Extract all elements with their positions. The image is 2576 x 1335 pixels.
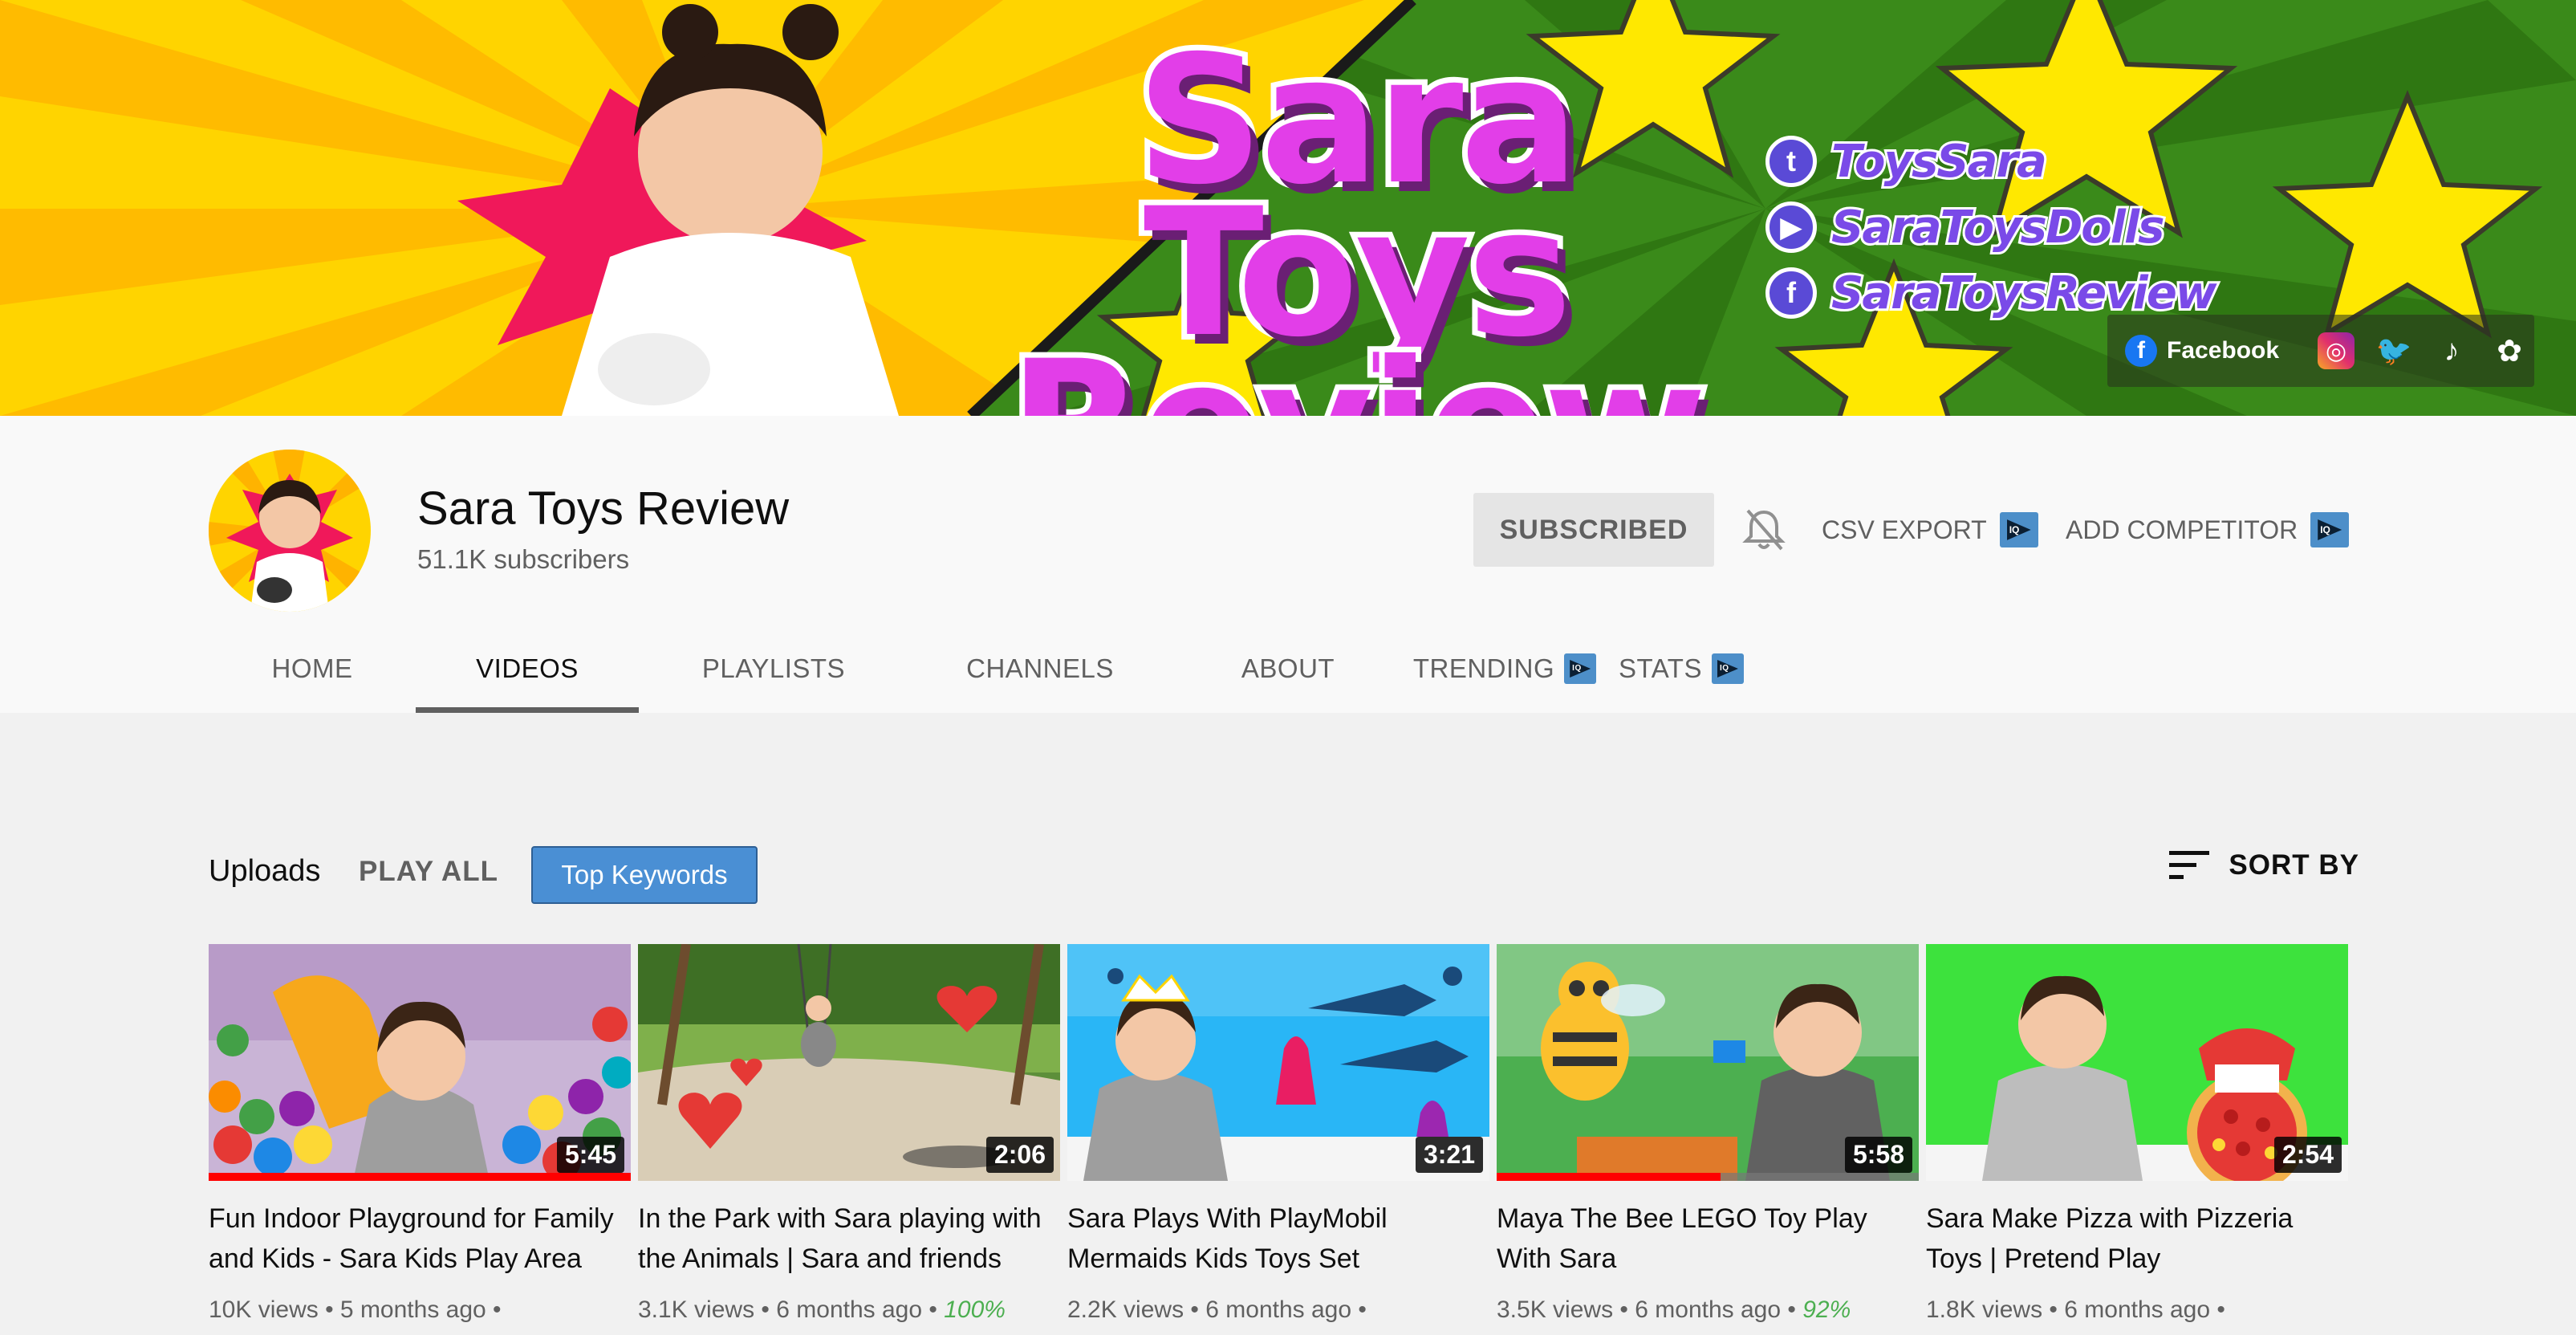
video-thumbnail[interactable]: 5:58: [1497, 944, 1919, 1181]
facebook-link[interactable]: f Facebook: [2125, 335, 2279, 367]
tab-videos[interactable]: VIDEOS: [416, 625, 639, 713]
video-duration: 5:45: [556, 1137, 624, 1173]
tiktok-icon[interactable]: ♪: [2433, 332, 2470, 369]
twitter-icon[interactable]: 🐦: [2375, 332, 2412, 369]
video-meta: 2.2K views • 6 months ago •: [1067, 1296, 1367, 1323]
sort-by-button[interactable]: SORT BY: [2169, 849, 2359, 881]
video-thumbnail[interactable]: 2:54: [1926, 944, 2348, 1181]
tab-label: VIDEOS: [476, 653, 579, 683]
watch-progress: [209, 1173, 631, 1181]
tab-label: TRENDING: [1412, 653, 1555, 683]
video-meta: 3.1K views • 6 months ago • 100%: [638, 1296, 1006, 1323]
channel-avatar[interactable]: [209, 450, 371, 612]
bell-off-icon-svg: [1742, 509, 1786, 551]
instagram-icon[interactable]: ◎: [2318, 332, 2355, 369]
video-score: 92%: [1802, 1296, 1851, 1323]
sort-icon: [2169, 851, 2210, 879]
tab-label: HOME: [271, 653, 353, 683]
video-score: 100%: [944, 1296, 1006, 1323]
banner-handle-text: ToysSara: [1829, 133, 2050, 190]
top-keywords-button[interactable]: Top Keywords: [531, 846, 758, 904]
subscriber-count: 51.1K subscribers: [417, 544, 630, 574]
channel-tabs: HOME VIDEOS PLAYLISTS CHANNELS ABOUT TRE…: [209, 625, 1757, 713]
tab-home[interactable]: HOME: [209, 625, 416, 713]
vidiq-badge-icon: IQ: [1564, 653, 1597, 684]
tab-label: STATS: [1619, 653, 1702, 683]
vidiq-badge-icon: IQ: [1711, 653, 1744, 684]
video-meta: 1.8K views • 6 months ago •: [1926, 1296, 2225, 1323]
banner-title: Sara Toys Review: [1003, 18, 1713, 416]
channel-name: Sara Toys Review: [417, 482, 790, 535]
avatar-image: [209, 450, 371, 612]
video-title[interactable]: Sara Plays With PlayMobil Mermaids Kids …: [1067, 1199, 1489, 1279]
play-all-button[interactable]: PLAY ALL: [359, 856, 498, 888]
tab-label: PLAYLISTS: [701, 653, 846, 683]
facebook-link-label: Facebook: [2167, 337, 2280, 364]
sort-by-label: SORT BY: [2229, 849, 2359, 881]
video-title[interactable]: Sara Make Pizza with Pizzeria Toys | Pre…: [1926, 1199, 2348, 1279]
tab-stats[interactable]: STATS IQ: [1605, 625, 1757, 713]
twitter-icon: t: [1765, 136, 1817, 187]
subscribed-button[interactable]: SUBSCRIBED: [1473, 493, 1714, 567]
other-link-icon[interactable]: ✿: [2491, 332, 2528, 369]
banner-handle-text: SaraToysReview: [1829, 265, 2220, 322]
tab-label: ABOUT: [1241, 653, 1335, 683]
video-card[interactable]: 3:21 Sara Plays With PlayMobil Mermaids …: [1067, 944, 1489, 1324]
video-duration: 5:58: [1844, 1137, 1912, 1173]
youtube-icon: ▶: [1765, 201, 1817, 253]
facebook-icon: f: [1765, 267, 1817, 319]
video-age: 6 months ago: [1205, 1296, 1352, 1323]
video-thumbnail[interactable]: 3:21: [1067, 944, 1489, 1181]
csv-export-label: CSV EXPORT: [1822, 515, 1987, 544]
video-title[interactable]: Maya The Bee LEGO Toy Play With Sara: [1497, 1199, 1919, 1279]
video-duration: 3:21: [1415, 1137, 1483, 1173]
banner-handle-twitter: t ToysSara: [1765, 128, 2216, 194]
banner-handle-youtube: ▶ SaraToysDolls: [1765, 194, 2216, 260]
video-views: 3.1K views: [638, 1296, 755, 1323]
facebook-icon: f: [2125, 335, 2157, 367]
video-age: 5 months ago: [339, 1296, 486, 1323]
banner-handle-text: SaraToysDolls: [1829, 199, 2167, 256]
video-grid: 5:45 Fun Indoor Playground for Family an…: [209, 944, 2355, 1324]
uploads-title: Uploads: [209, 854, 321, 888]
video-thumbnail[interactable]: 5:45: [209, 944, 631, 1181]
video-card[interactable]: 5:45 Fun Indoor Playground for Family an…: [209, 944, 631, 1324]
tab-channels[interactable]: CHANNELS: [908, 625, 1172, 713]
video-meta: 10K views • 5 months ago •: [209, 1296, 502, 1323]
tab-label: CHANNELS: [966, 653, 1114, 683]
tab-about[interactable]: ABOUT: [1172, 625, 1404, 713]
add-competitor-button[interactable]: ADD COMPETITOR IQ: [2066, 504, 2350, 556]
video-age: 6 months ago: [2064, 1296, 2211, 1323]
channel-banner: Sara Toys Review t ToysSara ▶ SaraToysDo…: [0, 0, 2576, 416]
video-meta: 3.5K views • 6 months ago • 92%: [1497, 1296, 1851, 1323]
watch-progress: [1497, 1173, 1721, 1181]
video-duration: 2:06: [985, 1137, 1054, 1173]
video-thumbnail[interactable]: 2:06: [638, 944, 1060, 1181]
banner-links: f Facebook ◎ 🐦 ♪ ✿: [2107, 315, 2534, 387]
video-views: 3.5K views: [1497, 1296, 1614, 1323]
video-card[interactable]: 2:54 Sara Make Pizza with Pizzeria Toys …: [1926, 944, 2348, 1324]
vidiq-badge-icon: IQ: [1999, 512, 2038, 547]
video-duration: 2:54: [2273, 1137, 2342, 1173]
add-competitor-label: ADD COMPETITOR: [2066, 515, 2298, 544]
video-title[interactable]: Fun Indoor Playground for Family and Kid…: [209, 1199, 631, 1279]
video-age: 6 months ago: [776, 1296, 923, 1323]
video-views: 10K views: [209, 1296, 319, 1323]
video-title[interactable]: In the Park with Sara playing with the A…: [638, 1199, 1060, 1279]
video-card[interactable]: 2:06 In the Park with Sara playing with …: [638, 944, 1060, 1324]
video-card[interactable]: 5:58 Maya The Bee LEGO Toy Play With Sar…: [1497, 944, 1919, 1324]
uploads-bar: Uploads PLAY ALL Top Keywords SORT BY: [209, 845, 2359, 906]
video-views: 1.8K views: [1926, 1296, 2043, 1323]
video-views: 2.2K views: [1067, 1296, 1184, 1323]
csv-export-button[interactable]: CSV EXPORT IQ: [1822, 504, 2038, 556]
notification-bell-off-icon[interactable]: [1741, 506, 1786, 554]
vidiq-badge-icon: IQ: [2310, 512, 2350, 547]
tab-playlists[interactable]: PLAYLISTS: [639, 625, 908, 713]
video-age: 6 months ago: [1635, 1296, 1782, 1323]
banner-social-handles: t ToysSara ▶ SaraToysDolls f SaraToysRev…: [1765, 128, 2220, 326]
channel-header: Sara Toys Review 51.1K subscribers SUBSC…: [0, 416, 2576, 713]
tab-trending[interactable]: TRENDING IQ: [1404, 625, 1605, 713]
